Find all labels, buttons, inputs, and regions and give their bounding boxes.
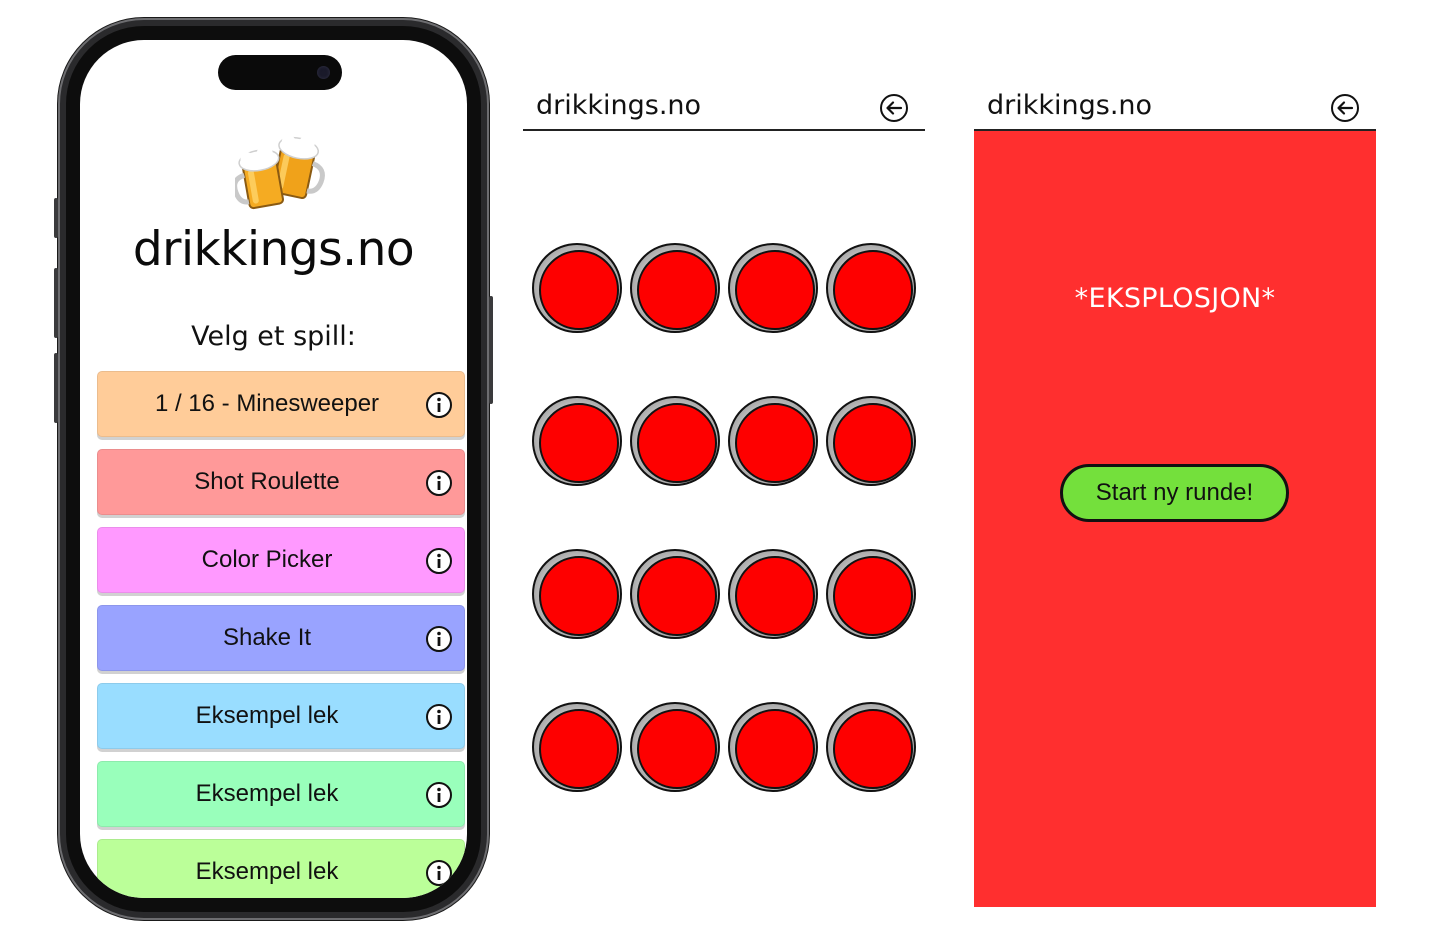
game-button-eksempel-lek[interactable]: Eksempel lek xyxy=(97,683,465,749)
game-button-label: Shake It xyxy=(222,624,312,651)
mine-button[interactable] xyxy=(826,549,916,639)
mine-button[interactable] xyxy=(630,396,720,486)
mine-button[interactable] xyxy=(728,549,818,639)
header-bar: drikkings.no xyxy=(974,80,1376,131)
explosion-screen: drikkings.no *EKSPLOSJON* Start ny runde… xyxy=(974,80,1376,907)
phone-side-button xyxy=(54,268,58,338)
game-button-eksempel-lek[interactable]: Eksempel lek xyxy=(97,761,465,827)
game-button-label: Eksempel lek xyxy=(195,780,339,807)
game-button-shake-it[interactable]: Shake It xyxy=(97,605,465,671)
info-icon[interactable] xyxy=(425,469,453,497)
explosion-background: *EKSPLOSJON* Start ny runde! xyxy=(974,131,1376,907)
game-button-label: Shot Roulette xyxy=(194,468,340,495)
minesweeper-screen: drikkings.no xyxy=(523,80,925,907)
header-bar: drikkings.no xyxy=(523,80,925,131)
mine-button[interactable] xyxy=(532,702,622,792)
restart-button[interactable]: Start ny runde! xyxy=(1060,464,1289,522)
game-button-label: Color Picker xyxy=(201,546,333,573)
game-button-label: Eksempel lek xyxy=(195,702,339,729)
game-select-heading: Velg et spill: xyxy=(191,321,356,352)
mine-button[interactable] xyxy=(826,396,916,486)
mine-button[interactable] xyxy=(728,702,818,792)
phone-frame: drikkings.no Velg et spill: 1 / 16 - Min… xyxy=(54,18,493,920)
home-screen: drikkings.no Velg et spill: 1 / 16 - Min… xyxy=(80,40,467,898)
game-button-shot-roulette[interactable]: Shot Roulette xyxy=(97,449,465,515)
camera-icon xyxy=(317,66,330,79)
mine-button[interactable] xyxy=(532,549,622,639)
back-arrow-icon[interactable] xyxy=(879,93,909,123)
info-icon[interactable] xyxy=(425,781,453,809)
mine-button[interactable] xyxy=(630,243,720,333)
mine-button[interactable] xyxy=(630,549,720,639)
header-title: drikkings.no xyxy=(536,90,702,121)
beer-mugs-icon xyxy=(235,135,325,210)
header-title: drikkings.no xyxy=(987,90,1153,121)
game-button-minesweeper[interactable]: 1 / 16 - Minesweeper xyxy=(97,371,465,437)
app-title: drikkings.no xyxy=(132,222,415,277)
mine-button[interactable] xyxy=(728,243,818,333)
game-button-label: 1 / 16 - Minesweeper xyxy=(154,390,380,417)
mine-button[interactable] xyxy=(532,396,622,486)
info-icon[interactable] xyxy=(425,391,453,419)
info-icon[interactable] xyxy=(425,625,453,653)
phone-power-button xyxy=(489,296,493,404)
phone-side-button xyxy=(54,198,58,238)
mine-button[interactable] xyxy=(728,396,818,486)
info-icon[interactable] xyxy=(425,703,453,731)
info-icon[interactable] xyxy=(425,859,453,887)
mine-button[interactable] xyxy=(630,702,720,792)
info-icon[interactable] xyxy=(425,547,453,575)
back-arrow-icon[interactable] xyxy=(1330,93,1360,123)
game-button-color-picker[interactable]: Color Picker xyxy=(97,527,465,593)
game-button-eksempel-lek[interactable]: Eksempel lek xyxy=(97,839,465,898)
game-button-label: Eksempel lek xyxy=(195,858,339,885)
mine-button[interactable] xyxy=(532,243,622,333)
phone-side-button xyxy=(54,353,58,423)
mine-button[interactable] xyxy=(826,243,916,333)
explosion-message: *EKSPLOSJON* xyxy=(1074,283,1276,314)
mine-button[interactable] xyxy=(826,702,916,792)
dynamic-island xyxy=(218,55,342,90)
